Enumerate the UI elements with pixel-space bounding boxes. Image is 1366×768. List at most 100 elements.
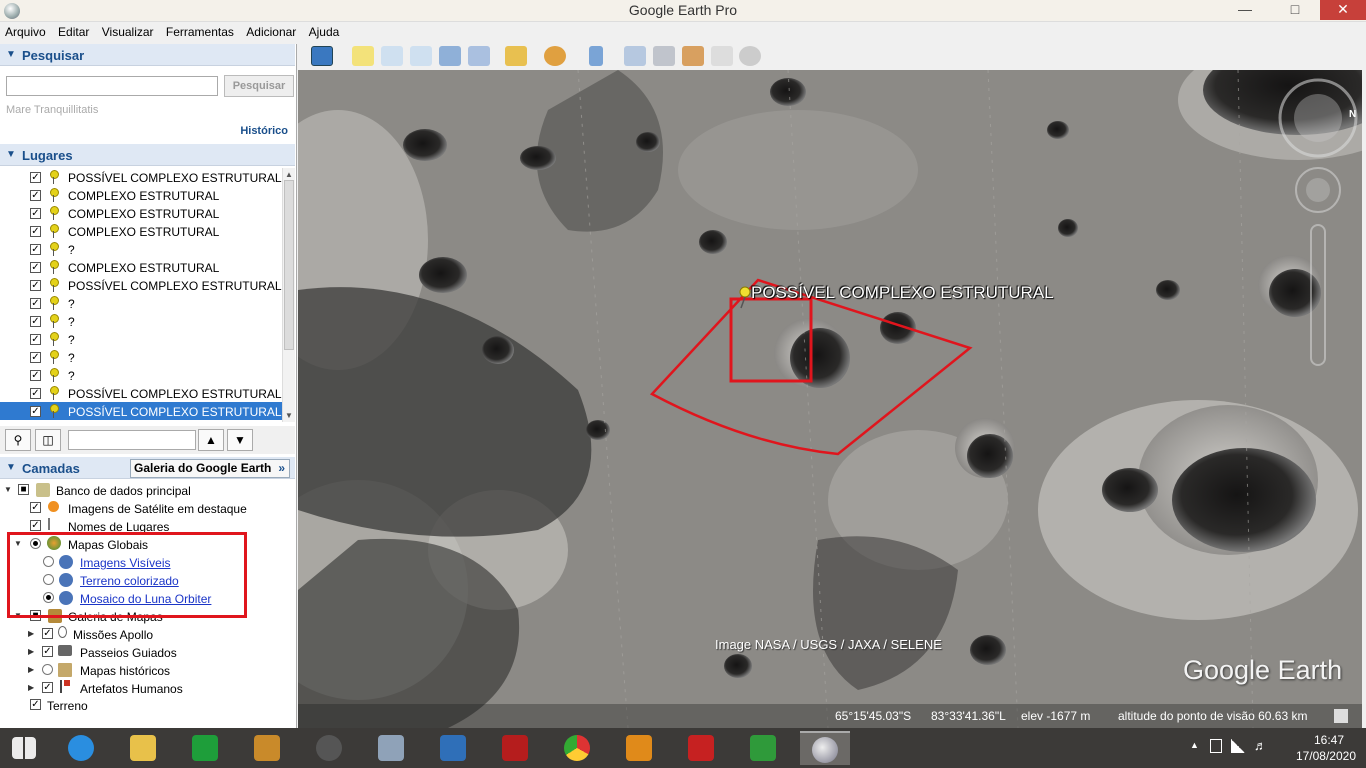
lunar-surface[interactable]: N — [298, 70, 1362, 728]
save-image-icon[interactable] — [682, 46, 704, 66]
sidebar-toggle-icon[interactable] — [311, 46, 333, 66]
add-path-icon[interactable] — [410, 46, 432, 66]
device-icon[interactable] — [1210, 739, 1222, 753]
expand-triangle-icon[interactable]: ▶ — [28, 683, 34, 692]
place-row[interactable]: ✓? — [0, 312, 282, 330]
place-row[interactable]: ✓ COMPLEXO ESTRUTURAL — [0, 186, 282, 204]
volume-icon[interactable]: ♬ — [1254, 738, 1267, 753]
layers-panel-header[interactable]: ▼ Camadas Galeria do Google Earth » — [0, 457, 295, 479]
taskbar-doc[interactable] — [366, 731, 416, 765]
taskbar-presentation[interactable] — [738, 731, 788, 765]
planets-icon[interactable] — [544, 46, 566, 66]
record-tour-icon[interactable] — [468, 46, 490, 66]
places-scrollbar[interactable]: ▲ ▼ — [282, 168, 295, 422]
place-row-selected[interactable]: ✓ POSSÍVEL COMPLEXO ESTRUTURAL — [0, 402, 282, 420]
menu-arquivo[interactable]: Arquivo — [0, 22, 50, 39]
place-row[interactable]: ✓ POSSÍVEL COMPLEXO ESTRUTURAL — [0, 168, 282, 186]
place-row[interactable]: ✓ COMPLEXO ESTRUTURAL — [0, 222, 282, 240]
close-button[interactable]: ✕ — [1320, 0, 1366, 20]
checkbox[interactable]: ✓ — [30, 208, 41, 219]
checkbox[interactable]: ✓ — [30, 334, 41, 345]
place-row[interactable]: ✓? — [0, 348, 282, 366]
menu-ferramentas[interactable]: Ferramentas — [161, 22, 238, 39]
checkbox[interactable]: ✓ — [30, 370, 41, 381]
add-placemark-icon[interactable] — [352, 46, 374, 66]
history-link[interactable]: Histórico — [240, 125, 288, 137]
checkbox[interactable]: ✓ — [42, 628, 53, 639]
add-polygon-icon[interactable] — [381, 46, 403, 66]
taskbar-text[interactable] — [676, 731, 726, 765]
expand-triangle-icon[interactable]: ▶ — [28, 665, 34, 674]
scroll-down-icon[interactable]: ▼ — [285, 411, 293, 420]
taskbar-internet-explorer[interactable] — [56, 731, 106, 765]
layer-row[interactable]: ▶ ✓ Missões Apollo — [0, 625, 295, 643]
layer-row[interactable]: ▼ ■ Banco de dados principal — [0, 481, 295, 499]
layer-row[interactable]: ▶ ✓ Artefatos Humanos — [0, 679, 295, 697]
checkbox[interactable]: ✓ — [30, 190, 41, 201]
checkbox[interactable]: ✓ — [30, 388, 41, 399]
checkbox[interactable]: ✓ — [30, 502, 41, 513]
menu-adicionar[interactable]: Adicionar — [241, 22, 300, 39]
checkbox[interactable]: ✓ — [42, 646, 53, 657]
checkbox[interactable]: ✓ — [30, 298, 41, 309]
place-row[interactable]: ✓ COMPLEXO ESTRUTURAL — [0, 204, 282, 222]
place-row[interactable]: ✓? — [0, 294, 282, 312]
start-button[interactable] — [0, 731, 50, 765]
place-row[interactable]: ✓ COMPLEXO ESTRUTURAL — [0, 258, 282, 276]
place-row[interactable]: ✓? — [0, 240, 282, 258]
layer-row[interactable]: ✓ Terreno — [0, 696, 295, 714]
checkbox[interactable]: ✓ — [30, 226, 41, 237]
gallery-button[interactable]: Galeria do Google Earth » — [130, 459, 290, 478]
view-in-maps-icon[interactable] — [711, 46, 733, 66]
checkbox[interactable]: ✓ — [30, 280, 41, 291]
sunlight-icon[interactable] — [505, 46, 527, 66]
taskbar-file-explorer[interactable] — [118, 731, 168, 765]
print-icon[interactable] — [653, 46, 675, 66]
place-row[interactable]: ✓? — [0, 366, 282, 384]
place-row[interactable]: ✓? — [0, 330, 282, 348]
checkbox[interactable]: ✓ — [30, 699, 41, 710]
taskbar-google-earth[interactable] — [800, 731, 850, 765]
expand-triangle-icon[interactable]: ▶ — [28, 647, 34, 656]
layer-row[interactable]: ▶ Mapas históricos — [0, 661, 295, 679]
checkbox[interactable]: ✓ — [30, 172, 41, 183]
move-up-icon[interactable]: ▲ — [198, 429, 224, 451]
taskbar-power-app[interactable] — [490, 731, 540, 765]
taskbar-chrome[interactable] — [552, 731, 602, 765]
search-button[interactable]: Pesquisar — [224, 75, 294, 97]
network-icon[interactable] — [1231, 739, 1245, 753]
place-row[interactable]: ✓ POSSÍVEL COMPLEXO ESTRUTURAL — [0, 384, 282, 402]
menu-editar[interactable]: Editar — [53, 22, 93, 39]
scroll-up-icon[interactable]: ▲ — [285, 170, 293, 179]
search-panel-header[interactable]: ▼ Pesquisar — [0, 44, 295, 66]
tray-expand-icon[interactable]: ▲ — [1190, 740, 1199, 750]
checkbox[interactable]: ✓ — [30, 352, 41, 363]
move-down-icon[interactable]: ▼ — [227, 429, 253, 451]
taskbar-speaker[interactable] — [304, 731, 354, 765]
place-row[interactable]: ✓ POSSÍVEL COMPLEXO ESTRUTURAL — [0, 276, 282, 294]
clock-date[interactable]: 17/08/2020 — [1296, 749, 1356, 763]
taskbar-app-blue[interactable] — [428, 731, 478, 765]
minimize-button[interactable]: — — [1230, 0, 1260, 20]
taskbar-app-orange[interactable] — [242, 731, 292, 765]
ruler-icon[interactable] — [589, 46, 603, 66]
menu-ajuda[interactable]: Ajuda — [304, 22, 344, 39]
earth-gallery-icon[interactable] — [739, 46, 761, 66]
toggle-panel-icon[interactable]: ◫ — [35, 429, 61, 451]
search-places-icon[interactable]: ⚲ — [5, 429, 31, 451]
places-panel-header[interactable]: ▼ Lugares — [0, 144, 295, 166]
checkbox[interactable]: ✓ — [42, 682, 53, 693]
scroll-thumb[interactable] — [284, 180, 294, 350]
layer-row[interactable]: ✓ Imagens de Satélite em destaque — [0, 499, 295, 517]
layer-row[interactable]: ▶ ✓ Passeios Guiados — [0, 643, 295, 661]
taskbar-store[interactable] — [180, 731, 230, 765]
expand-triangle-icon[interactable]: ▶ — [28, 629, 34, 638]
checkbox[interactable]: ✓ — [30, 244, 41, 255]
checkbox[interactable]: ■ — [18, 484, 29, 495]
search-input[interactable] — [6, 76, 218, 96]
placemark-label[interactable]: POSSÍVEL COMPLEXO ESTRUTURAL — [751, 283, 1054, 303]
checkbox[interactable]: ✓ — [30, 316, 41, 327]
map-view[interactable]: N POSSÍVEL COMPLEXO ESTRUTURAL Image NAS… — [298, 70, 1362, 728]
taskbar-spreadsheet[interactable] — [614, 731, 664, 765]
checkbox[interactable]: ✓ — [30, 262, 41, 273]
